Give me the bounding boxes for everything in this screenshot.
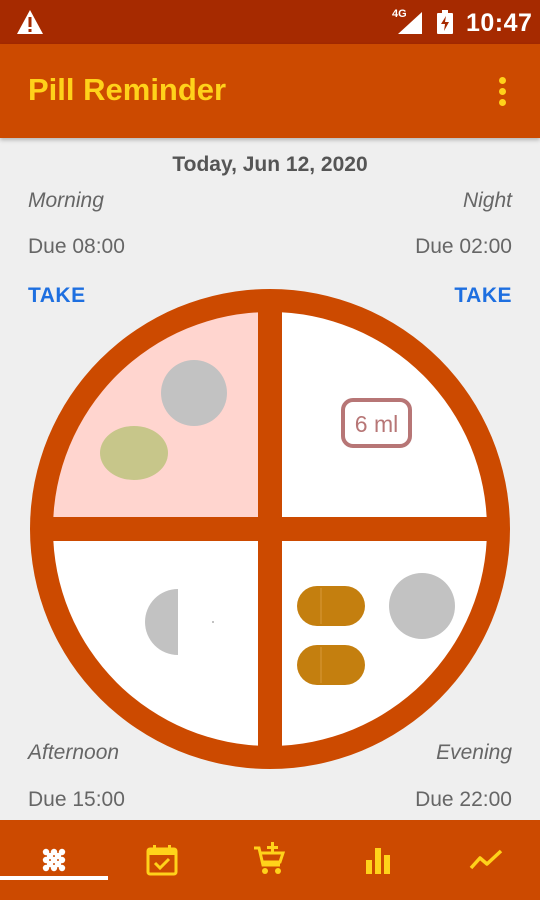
app-title: Pill Reminder (28, 72, 227, 107)
nav-stats[interactable] (324, 820, 432, 900)
afternoon-label: Afternoon (28, 741, 120, 764)
afternoon-due: Due 15:00 (28, 788, 125, 811)
afternoon-quadrant[interactable] (28, 541, 258, 771)
app-bar: Pill Reminder (0, 44, 540, 138)
capsule-pill (297, 586, 365, 626)
active-tab-indicator (0, 876, 108, 880)
nav-pills[interactable] (0, 820, 108, 900)
nav-shopping[interactable] (216, 820, 324, 900)
warning-icon (17, 10, 43, 34)
bottom-navigation (0, 820, 540, 900)
pills-grid-icon (42, 848, 66, 872)
battery-charging-icon (437, 10, 453, 34)
clock: 10:47 (466, 9, 533, 37)
bar-chart-icon (366, 848, 390, 874)
pill-wheel: 6 ml (28, 289, 510, 771)
night-due: Due 02:00 (415, 235, 512, 258)
round-pill (161, 360, 227, 426)
dot (212, 621, 214, 623)
cart-add-icon (254, 842, 286, 874)
calendar-check-icon (146, 845, 178, 876)
evening-label: Evening (436, 741, 512, 764)
oval-pill (100, 426, 168, 480)
signal-icon (398, 12, 422, 34)
status-bar: 4G 10:47 (0, 0, 540, 44)
night-label: Night (462, 189, 512, 212)
morning-due: Due 08:00 (28, 235, 125, 258)
app-screen: 4G 10:47 Pill Reminder Today, Jun 12, 20… (0, 0, 540, 900)
nav-calendar[interactable] (108, 820, 216, 900)
more-vert-icon[interactable] (490, 74, 514, 110)
evening-due: Due 22:00 (415, 788, 512, 811)
date-title: Today, Jun 12, 2020 (172, 153, 368, 176)
dose-label: 6 ml (355, 411, 398, 437)
capsule-pill (297, 645, 365, 685)
nav-trends[interactable] (432, 820, 540, 900)
round-pill (389, 573, 455, 639)
trend-line-icon (469, 849, 503, 870)
morning-label: Morning (28, 189, 104, 212)
